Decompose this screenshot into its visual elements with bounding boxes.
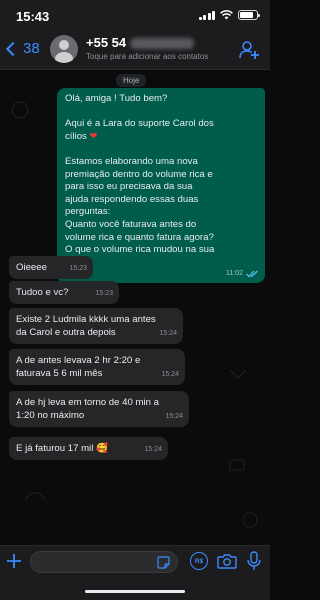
chat-header: 38 +55 54 Toque para adicionar aos conta… <box>0 30 270 70</box>
plus-icon[interactable] <box>4 551 24 571</box>
message-line: Quanto você faturava antes do <box>65 218 197 230</box>
status-time: 15:43 <box>16 9 50 24</box>
wifi-icon <box>220 10 233 20</box>
battery-icon <box>238 10 260 20</box>
message-input[interactable] <box>30 551 178 573</box>
message-time: 15:23 <box>95 290 113 297</box>
redacted-number <box>130 38 195 50</box>
back-button[interactable]: 38 <box>5 40 40 57</box>
signal-icon <box>198 10 215 20</box>
chevron-left-icon <box>5 41 21 56</box>
message-line: para isso eu precisava da sua <box>65 181 193 193</box>
message-line <box>65 143 259 156</box>
message-time: 15:24 <box>161 371 179 378</box>
message-line: Oieeee <box>16 262 47 273</box>
message-line: perguntas: <box>65 206 111 218</box>
read-ticks-icon <box>246 270 258 278</box>
date-separator: Hoje <box>116 74 147 87</box>
chat-area[interactable]: Hoje Olá, amiga ! Tudo bem? Aqui é a Lara… <box>0 70 270 545</box>
message-line: Estamos elaborando uma nova <box>65 155 198 167</box>
message-line: A de hj leva em torno de 40 min a <box>16 397 159 408</box>
incoming-message[interactable]: A de antes levava 2 hr 2:20 e faturava 5 … <box>9 349 185 385</box>
payment-button[interactable]: R$ <box>190 552 208 570</box>
message-line: Tudoo e vc? <box>16 287 69 298</box>
heart-emoji: ❤ <box>89 130 98 142</box>
status-bar: 15:43 <box>0 0 270 30</box>
incoming-message[interactable]: Tudoo e vc? 15:23 <box>9 281 119 304</box>
contact-number: +55 54 <box>86 35 127 50</box>
add-contact-icon[interactable] <box>238 39 260 61</box>
message-line: 1:20 no máximo <box>16 410 85 421</box>
incoming-message[interactable]: Oieeee 15:23 <box>9 256 93 279</box>
message-line: Existe 2 Ludmila kkkk uma antes <box>16 314 156 325</box>
battery-level <box>240 12 253 18</box>
sticker-icon[interactable] <box>157 556 170 569</box>
message-time: 15:24 <box>165 413 183 420</box>
message-time: 15:24 <box>144 446 162 453</box>
message-line: cílios ❤ <box>65 130 98 142</box>
message-line: Olá, amiga ! Tudo bem? <box>65 93 168 104</box>
camera-icon[interactable] <box>217 552 237 570</box>
incoming-message[interactable]: Existe 2 Ludmila kkkk uma antes da Carol … <box>9 308 183 344</box>
avatar[interactable] <box>50 35 78 63</box>
incoming-message[interactable]: E já faturou 17 mil 🥰 15:24 <box>9 437 168 460</box>
message-line: faturava 5 6 mil mês <box>16 368 103 379</box>
incoming-message[interactable]: A de hj leva em torno de 40 min a 1:20 no… <box>9 391 189 427</box>
message-line: E já faturou 17 mil 🥰 <box>16 443 108 454</box>
contact-name[interactable]: +55 54 <box>86 35 195 50</box>
status-icons <box>198 10 260 20</box>
message-line: da Carol e outra depois <box>16 327 116 338</box>
message-time: 11:02 <box>226 269 243 277</box>
unread-count: 38 <box>23 40 40 57</box>
message-line: volume rica e quanto fatura agora? <box>65 231 214 243</box>
message-line: premiação dentro do volume rica e <box>65 168 213 180</box>
contact-subtitle[interactable]: Toque para adicionar aos contatos <box>86 52 208 61</box>
input-bar: R$ <box>0 545 270 600</box>
microphone-icon[interactable] <box>246 551 262 571</box>
message-line: Aqui é a Lara do suporte Carol dos <box>65 118 214 130</box>
message-time: 15:24 <box>159 330 177 337</box>
message-line: O que o volume rica mudou na sua <box>65 244 215 256</box>
outgoing-message[interactable]: Olá, amiga ! Tudo bem? Aqui é a Lara do s… <box>57 88 265 284</box>
message-meta: 11:02 <box>226 268 259 281</box>
message-time: 15:23 <box>69 265 87 272</box>
message-line: ajuda respondendo essas duas <box>65 193 199 205</box>
message-line: A de antes levava 2 hr 2:20 e <box>16 355 141 366</box>
home-indicator <box>85 590 185 593</box>
message-line <box>65 106 259 119</box>
outgoing-message-text: Olá, amiga ! Tudo bem? Aqui é a Lara do s… <box>65 93 259 269</box>
